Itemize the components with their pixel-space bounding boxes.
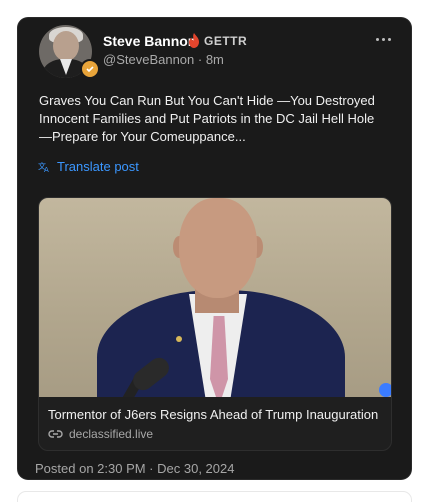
posted-timestamp: Posted on 2:30 PM · Dec 30, 2024 xyxy=(35,461,235,476)
link-preview-title: Tormentor of J6ers Resigns Ahead of Trum… xyxy=(48,407,379,422)
link-preview-image xyxy=(39,198,391,397)
next-card-edge xyxy=(18,492,411,502)
post-card: Steve Bannon GETTR @SteveBannon · 8m Gra… xyxy=(18,18,411,479)
translate-label: Translate post xyxy=(57,159,139,174)
link-icon xyxy=(48,430,63,438)
svg-text:A: A xyxy=(44,166,49,173)
author-name[interactable]: Steve Bannon xyxy=(103,33,196,49)
link-preview-domain: declassified.live xyxy=(48,427,153,441)
translate-icon: 文 A xyxy=(38,161,49,173)
link-preview-card[interactable]: Tormentor of J6ers Resigns Ahead of Trum… xyxy=(38,197,392,451)
more-options-icon[interactable] xyxy=(371,30,395,48)
author-handle[interactable]: @SteveBannon · 8m xyxy=(103,52,224,67)
translate-post-link[interactable]: 文 A Translate post xyxy=(38,159,139,174)
post-text: Graves You Can Run But You Can't Hide —Y… xyxy=(39,93,375,144)
verified-badge-icon xyxy=(80,59,100,79)
flame-icon xyxy=(188,33,200,53)
platform-label: GETTR xyxy=(204,34,248,48)
link-domain-label: declassified.live xyxy=(69,427,154,441)
avatar-face xyxy=(53,31,79,61)
